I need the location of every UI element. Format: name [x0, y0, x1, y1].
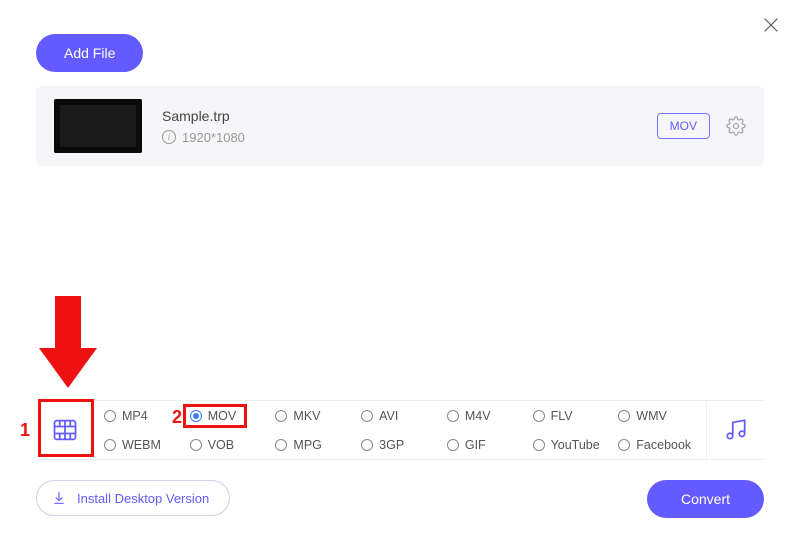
download-icon	[51, 490, 67, 506]
format-option-flv[interactable]: FLV	[529, 409, 615, 423]
radio-icon	[361, 439, 373, 451]
install-desktop-button[interactable]: Install Desktop Version	[36, 480, 230, 516]
radio-icon	[447, 410, 459, 422]
format-option-label: MP4	[122, 409, 148, 423]
format-option-mkv[interactable]: MKV	[271, 409, 357, 423]
radio-icon	[533, 439, 545, 451]
radio-icon	[104, 410, 116, 422]
install-desktop-label: Install Desktop Version	[77, 491, 209, 506]
video-tab[interactable]	[36, 401, 94, 459]
convert-button[interactable]: Convert	[647, 480, 764, 518]
format-option-mpg[interactable]: MPG	[271, 438, 357, 452]
format-option-label: WEBM	[122, 438, 161, 452]
audio-tab[interactable]	[706, 401, 764, 459]
radio-icon	[533, 410, 545, 422]
format-option-webm[interactable]: WEBM	[100, 438, 186, 452]
radio-icon	[618, 410, 630, 422]
format-option-mp4[interactable]: MP4	[100, 409, 186, 423]
file-name: Sample.trp	[162, 108, 657, 124]
format-option-m4v[interactable]: M4V	[443, 409, 529, 423]
radio-icon	[104, 439, 116, 451]
file-resolution: 1920*1080	[182, 130, 245, 145]
radio-icon	[190, 439, 202, 451]
radio-icon	[190, 410, 202, 422]
info-icon[interactable]: i	[162, 130, 176, 144]
format-option-label: Facebook	[636, 438, 691, 452]
format-option-3gp[interactable]: 3GP	[357, 438, 443, 452]
format-bar: MP4 MOV MKV AVI M4V FLV WMV WEBM VOB MPG 3GP GIF You…	[36, 400, 764, 460]
format-option-label: M4V	[465, 409, 491, 423]
radio-icon	[361, 410, 373, 422]
format-option-label: WMV	[636, 409, 667, 423]
video-thumbnail[interactable]	[54, 99, 142, 153]
format-option-mov[interactable]: MOV	[186, 409, 272, 423]
format-option-label: YouTube	[551, 438, 600, 452]
format-option-label: 3GP	[379, 438, 404, 452]
annotation-label-1: 1	[20, 420, 30, 441]
format-option-label: AVI	[379, 409, 398, 423]
radio-icon	[275, 410, 287, 422]
add-file-button[interactable]: Add File	[36, 34, 143, 72]
format-option-youtube[interactable]: YouTube	[529, 438, 615, 452]
format-option-label: MPG	[293, 438, 321, 452]
file-meta: Sample.trp i 1920*1080	[162, 108, 657, 145]
file-resolution-row: i 1920*1080	[162, 130, 657, 145]
radio-icon	[447, 439, 459, 451]
radio-icon	[618, 439, 630, 451]
format-option-label: VOB	[208, 438, 234, 452]
format-option-vob[interactable]: VOB	[186, 438, 272, 452]
format-option-facebook[interactable]: Facebook	[614, 438, 700, 452]
close-icon[interactable]	[760, 14, 782, 36]
file-card: Sample.trp i 1920*1080 MOV	[36, 86, 764, 166]
output-format-badge[interactable]: MOV	[657, 113, 710, 139]
format-option-label: MOV	[208, 409, 236, 423]
annotation-arrow	[43, 296, 93, 396]
format-option-avi[interactable]: AVI	[357, 409, 443, 423]
format-option-label: FLV	[551, 409, 573, 423]
gear-icon[interactable]	[726, 116, 746, 136]
format-option-wmv[interactable]: WMV	[614, 409, 700, 423]
format-grid: MP4 MOV MKV AVI M4V FLV WMV WEBM VOB MPG 3GP GIF You…	[94, 401, 706, 459]
app-window: Add File Sample.trp i 1920*1080 MOV MP4M…	[0, 0, 800, 547]
format-option-label: MKV	[293, 409, 320, 423]
format-option-label: GIF	[465, 438, 486, 452]
format-option-gif[interactable]: GIF	[443, 438, 529, 452]
radio-icon	[275, 439, 287, 451]
